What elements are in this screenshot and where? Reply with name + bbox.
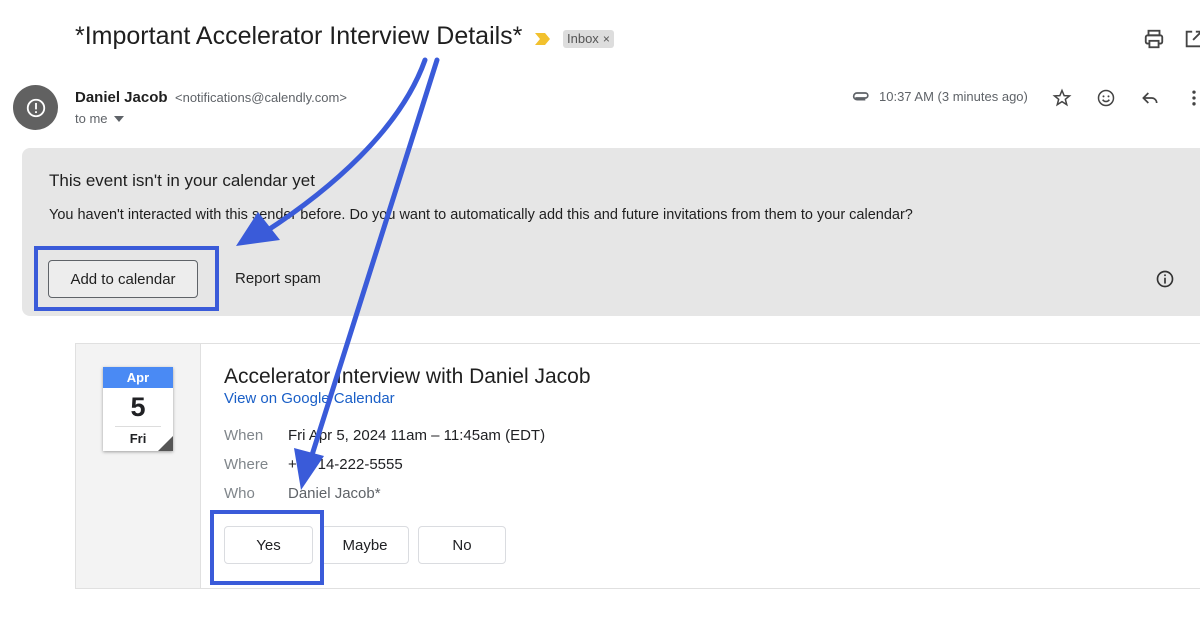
where-label: Where — [224, 456, 269, 473]
open-in-new-window-icon[interactable] — [1183, 28, 1200, 50]
calendar-date-tile: Apr 5 Fri — [103, 367, 173, 451]
rsvp-maybe-button[interactable]: Maybe — [321, 526, 409, 564]
who-label: Who — [224, 485, 255, 502]
event-month: Apr — [103, 367, 173, 388]
remove-label-button[interactable]: × — [603, 30, 610, 48]
yes-button-highlight — [210, 510, 324, 585]
more-vert-icon[interactable] — [1184, 88, 1200, 108]
when-value: Fri Apr 5, 2024 11am – 11:45am (EDT) — [288, 427, 546, 444]
add-to-calendar-highlight — [34, 246, 219, 311]
event-title: Accelerator Interview with Daniel Jacob — [224, 365, 591, 388]
alert-icon — [26, 98, 45, 117]
inbox-label: Inbox × — [563, 30, 614, 48]
page-fold-corner — [158, 436, 173, 451]
date-divider — [115, 426, 161, 427]
banner-title: This event isn't in your calendar yet — [49, 171, 315, 190]
star-icon[interactable] — [1052, 88, 1072, 108]
print-icon[interactable] — [1143, 28, 1165, 50]
paperclip-icon — [852, 92, 869, 101]
where-value: +1 914-222-5555 — [288, 456, 403, 473]
sender-avatar[interactable] — [13, 85, 58, 130]
important-marker-icon[interactable] — [535, 32, 551, 46]
when-label: When — [224, 427, 264, 444]
sender-name: Daniel Jacob — [75, 89, 168, 106]
event-day: 5 — [130, 392, 146, 422]
emoji-icon[interactable] — [1096, 88, 1116, 108]
reply-icon[interactable] — [1140, 88, 1160, 108]
info-icon[interactable] — [1155, 269, 1175, 289]
email-timestamp: 10:37 AM (3 minutes ago) — [879, 89, 1028, 104]
inbox-label-text: Inbox — [567, 31, 599, 46]
sender-email: <notifications@calendly.com> — [175, 90, 347, 105]
view-on-google-calendar-link[interactable]: View on Google Calendar — [224, 390, 395, 407]
banner-message: You haven't interacted with this sender … — [49, 207, 913, 223]
recipient-details-toggle[interactable]: to me — [75, 111, 124, 126]
rsvp-no-button[interactable]: No — [418, 526, 506, 564]
who-value: Daniel Jacob* — [288, 485, 381, 502]
chevron-down-icon — [113, 115, 124, 122]
recipient-label: to me — [75, 111, 108, 126]
report-spam-button[interactable]: Report spam — [235, 270, 321, 287]
email-subject: *Important Accelerator Interview Details… — [75, 22, 523, 50]
